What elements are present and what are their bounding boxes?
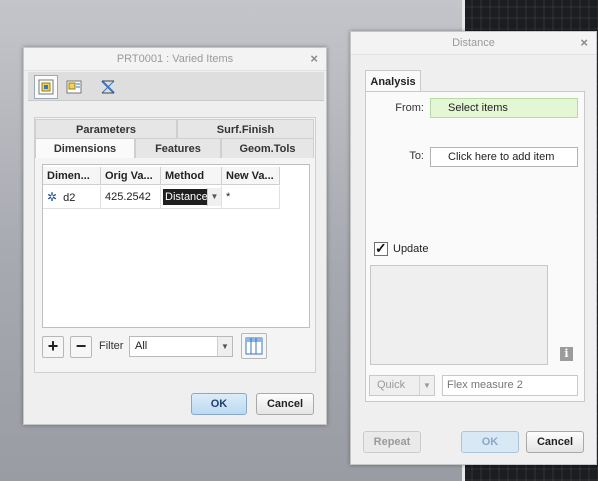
results-area[interactable] (370, 265, 548, 365)
dialog-title: PRT0001 : Varied Items (116, 53, 234, 65)
dimensions-view-button[interactable] (34, 75, 58, 99)
tab-row-top: Parameters Surf.Finish (35, 119, 314, 139)
cell-orig-value: 425.2542 (101, 186, 161, 209)
dimension-name: d2 (63, 192, 76, 204)
filter-select[interactable]: All ▼ (129, 336, 233, 357)
table-view-icon (66, 80, 82, 94)
cancel-button[interactable]: Cancel (256, 393, 314, 415)
tab-dimensions[interactable]: Dimensions (35, 138, 135, 158)
tab-features[interactable]: Features (135, 138, 221, 158)
columns-icon (245, 337, 263, 355)
column-header-method[interactable]: Method (161, 167, 222, 185)
varied-items-tab-panel: Parameters Surf.Finish Dimensions Featur… (34, 117, 316, 373)
tab-analysis[interactable]: Analysis (365, 70, 421, 92)
to-field[interactable]: Click here to add item (430, 147, 578, 167)
column-header-orig-value[interactable]: Orig Va... (101, 167, 161, 185)
checkmark-icon: ✓ (375, 240, 387, 256)
quick-select: Quick ▼ (369, 375, 435, 396)
ok-button: OK (461, 431, 519, 453)
close-icon[interactable]: × (310, 48, 318, 70)
tab-row-bottom: Dimensions Features Geom.Tols (35, 138, 314, 158)
varied-items-dialog: PRT0001 : Varied Items × Parameters Surf… (23, 47, 327, 425)
remove-icon: − (75, 336, 87, 356)
add-icon: + (47, 336, 59, 356)
quick-value: Quick (377, 379, 406, 391)
tab-geom-tols[interactable]: Geom.Tols (221, 138, 314, 158)
cell-new-value[interactable]: * (222, 186, 280, 209)
add-row-button[interactable]: + (42, 336, 64, 358)
dialog-title: Distance (452, 37, 495, 49)
dimensions-table: Dimen... Orig Va... Method New Va... ✲ d… (42, 164, 310, 328)
from-field[interactable]: Select items (430, 98, 578, 118)
varied-items-titlebar[interactable]: PRT0001 : Varied Items × (24, 48, 326, 71)
cancel-button[interactable]: Cancel (526, 431, 584, 453)
from-label: From: (395, 102, 424, 114)
relations-button[interactable] (96, 75, 120, 99)
filter-label: Filter (99, 340, 124, 352)
column-header-new-value[interactable]: New Va... (222, 167, 280, 185)
chevron-down-icon[interactable]: ▼ (217, 337, 232, 356)
tab-parameters[interactable]: Parameters (35, 119, 177, 139)
filter-value: All (135, 340, 148, 352)
dimensions-view-icon (38, 79, 54, 95)
distance-dialog: Distance × Analysis From: Select items T… (350, 31, 597, 465)
update-checkbox[interactable]: ✓ (374, 240, 388, 256)
varied-items-toolbar (28, 72, 324, 101)
dimension-star-icon: ✲ (47, 190, 58, 204)
table-view-button[interactable] (62, 75, 86, 99)
cell-dimension[interactable]: ✲ d2 (43, 186, 101, 209)
to-label: To: (409, 150, 424, 162)
update-label: Update (393, 243, 429, 255)
close-icon[interactable]: × (580, 32, 588, 54)
cell-method[interactable]: Distance ▼ (161, 186, 222, 209)
repeat-button: Repeat (363, 431, 421, 453)
measure-name-input[interactable]: Flex measure 2 (442, 375, 578, 396)
tab-surf-finish[interactable]: Surf.Finish (177, 119, 314, 139)
table-header: Dimen... Orig Va... Method New Va... (43, 167, 280, 185)
info-icon[interactable]: i (560, 347, 573, 361)
remove-row-button[interactable]: − (70, 336, 92, 358)
columns-button[interactable] (241, 333, 267, 359)
column-header-dimension[interactable]: Dimen... (43, 167, 101, 185)
ok-button[interactable]: OK (191, 393, 247, 415)
table-row[interactable]: ✲ d2 425.2542 Distance ▼ * (43, 186, 280, 209)
chevron-down-icon: ▼ (419, 376, 434, 395)
distance-titlebar[interactable]: Distance × (351, 32, 596, 55)
chevron-down-icon[interactable]: ▼ (207, 188, 221, 206)
relations-icon (101, 80, 115, 94)
method-value[interactable]: Distance (163, 189, 210, 205)
analysis-panel: From: Select items To: Click here to add… (365, 91, 585, 402)
